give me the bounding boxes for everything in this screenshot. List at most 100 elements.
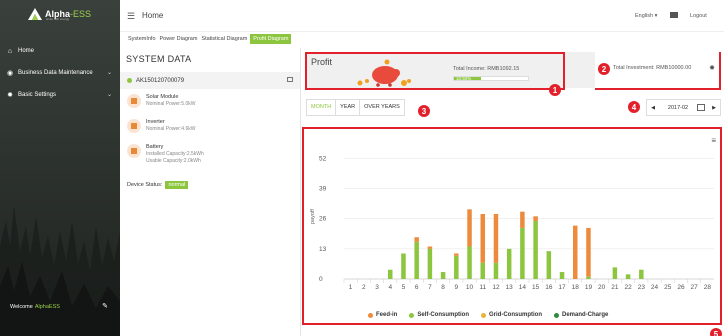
bar-feed-in [414, 237, 419, 242]
x-tick-label: 2 [362, 284, 366, 291]
sidebar-item-label: Business Data Maintenance [18, 70, 93, 76]
component-name: Battery [146, 144, 164, 150]
alpha-ess-logo: Alpha-ESS smile with energy [28, 4, 92, 24]
bar-self-consumption [427, 248, 433, 279]
period-year[interactable]: YEAR [336, 100, 361, 115]
calendar-icon[interactable] [697, 104, 705, 111]
component-name: Inverter [146, 119, 165, 125]
legend-item-feed-in[interactable]: Feed-in [368, 312, 397, 318]
total-investment: Total Investment: RMB10000.00 [613, 65, 692, 71]
prev-month-button[interactable]: ◀ [647, 105, 659, 111]
bar-self-consumption [467, 246, 472, 279]
component-value: Nominal Power:5.0kW [146, 101, 196, 107]
period-over-years[interactable]: OVER YEARS [360, 100, 404, 115]
x-tick-label: 25 [664, 284, 672, 291]
bar-self-consumption [625, 274, 631, 279]
tab-profit-diagram[interactable]: Profit Diagram [250, 34, 292, 44]
x-tick-label: 21 [611, 284, 619, 291]
date-value[interactable]: 2017-02 [659, 105, 697, 111]
x-tick-label: 4 [388, 284, 392, 291]
y-tick-label: 13 [319, 246, 327, 253]
callout-marker: 2 [598, 63, 610, 75]
chart-legend: Feed-in Self-Consumption Grid-Consumptio… [368, 312, 608, 318]
language-selector[interactable]: English ▾ [635, 13, 657, 19]
component-value-2: Usable Capacity:2.0kWh [146, 158, 201, 164]
component-name: Solar Module [146, 94, 179, 100]
mail-icon[interactable] [670, 12, 678, 18]
logout-link[interactable]: Logout [690, 13, 707, 19]
alpha-logo-icon [28, 8, 42, 20]
x-tick-label: 19 [585, 284, 593, 291]
x-tick-label: 6 [415, 284, 419, 291]
sidebar: Alpha-ESS smile with energy ⌂ Home ◉ Bus… [0, 0, 120, 336]
y-axis-label: payoff [310, 209, 316, 224]
period-selector: MONTH YEAR OVER YEARS [306, 99, 405, 116]
x-tick-label: 13 [506, 284, 514, 291]
period-month[interactable]: MONTH [307, 100, 337, 115]
chevron-down-icon: ⌄ [106, 92, 112, 98]
bar-feed-in [480, 214, 485, 263]
tab-systeminfo[interactable]: SystemInfo [127, 34, 157, 44]
solar-module-icon [127, 94, 141, 108]
callout-marker: 5 [710, 328, 722, 336]
bar-self-consumption [454, 255, 459, 279]
legend-item-demand-charge[interactable]: Demand-Charge [554, 312, 608, 318]
bar-self-consumption [612, 267, 618, 279]
page-title: Home [142, 11, 164, 20]
edit-profile-icon[interactable]: ✎ [102, 302, 108, 310]
profit-title: Profit [311, 57, 333, 67]
x-tick-label: 18 [572, 284, 580, 291]
x-tick-label: 23 [638, 284, 646, 291]
bar-self-consumption [440, 272, 446, 279]
tab-statistical-diagram[interactable]: Statistical Diagram [200, 34, 248, 44]
home-icon: ⌂ [7, 47, 13, 55]
x-tick-label: 7 [428, 284, 432, 291]
system-data-panel: SYSTEM DATA AK150120700079 Solar Module … [120, 48, 301, 336]
x-tick-label: 16 [545, 284, 553, 291]
next-month-button[interactable]: ▶ [708, 105, 720, 111]
callout-marker: 3 [418, 105, 430, 117]
sidebar-item-business-data[interactable]: ◉ Business Data Maintenance ⌄ [0, 62, 120, 84]
income-percent: 10.92% [456, 76, 472, 81]
top-header: ☰ Home English ▾ Logout [120, 0, 724, 32]
bar-self-consumption [533, 220, 538, 279]
component-value: Nominal Power:4.6kW [146, 126, 196, 132]
menu-toggle-icon[interactable]: ☰ [127, 11, 135, 22]
sidebar-item-home[interactable]: ⌂ Home [0, 40, 120, 62]
bar-feed-in [533, 216, 538, 221]
gear-icon: ✹ [7, 92, 13, 99]
investment-settings-gear-icon[interactable]: ✹ [709, 64, 715, 72]
sub-tabs: SystemInfo Power Diagram Statistical Dia… [120, 32, 724, 46]
x-tick-label: 26 [677, 284, 685, 291]
profit-chart: ≡ 0 13 26 39 52 payoff 1 2 3 4 5 6 7 8 9 10 11 12 13 14 15 16… [302, 127, 722, 325]
component-value: Installed Capacity:2.5kWh [146, 151, 204, 157]
x-tick-label: 22 [624, 284, 632, 291]
online-status-dot [127, 78, 132, 83]
total-income: Total Income: RMB1092.15 [453, 66, 520, 72]
legend-item-grid-consumption[interactable]: Grid-Consumption [481, 312, 542, 318]
sidebar-nav: ⌂ Home ◉ Business Data Maintenance ⌄ ✹ B… [0, 40, 120, 106]
x-tick-label: 20 [598, 284, 606, 291]
y-tick-label: 39 [319, 185, 327, 192]
device-detail-icon[interactable] [287, 77, 293, 82]
component-battery: Battery Installed Capacity:2.5kWh Usable… [127, 141, 300, 171]
legend-item-self-consumption[interactable]: Self-Consumption [409, 312, 469, 318]
x-tick-label: 28 [704, 284, 712, 291]
bar-feed-in [467, 209, 472, 247]
profit-chart-svg: 013263952payoff1 2 3 4 5 6 7 8 9 10 11 12 13 14 15 16 17… [310, 155, 714, 291]
chevron-down-icon: ⌄ [106, 70, 112, 76]
sidebar-item-label: Basic Settings [18, 92, 57, 98]
component-solar-module: Solar Module Nominal Power:5.0kW [127, 91, 300, 113]
sidebar-item-basic-settings[interactable]: ✹ Basic Settings ⌄ [0, 84, 120, 106]
callout-marker: 4 [628, 101, 640, 113]
piggy-bank-icon [357, 59, 411, 87]
bar-feed-in [493, 214, 499, 263]
y-tick-label: 52 [319, 155, 327, 162]
bar-feed-in [520, 211, 525, 228]
bar-feed-in [573, 225, 578, 279]
device-serial-row[interactable]: AK150120700079 [120, 72, 300, 89]
x-tick-label: 9 [455, 284, 459, 291]
brand-tagline: smile with energy [46, 17, 70, 21]
username[interactable]: AlphaESS [35, 304, 60, 310]
tab-power-diagram[interactable]: Power Diagram [159, 34, 199, 44]
